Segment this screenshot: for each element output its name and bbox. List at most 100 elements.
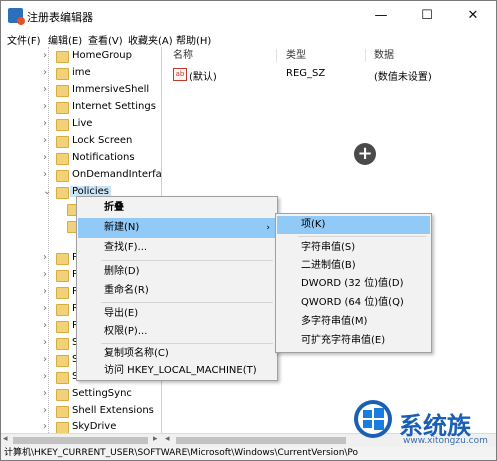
menu-view[interactable]: 查看(V) [88, 32, 123, 47]
value-name: (默认) [189, 72, 217, 83]
maximize-button[interactable]: ☐ [404, 1, 450, 31]
menu-item-find[interactable]: 查找(F)... [78, 238, 276, 258]
expand-chevron-icon[interactable]: › [43, 101, 47, 112]
submenu-item-dword[interactable]: DWORD (32 位)值(D) [277, 275, 430, 293]
close-button[interactable]: ✕ [450, 1, 496, 31]
submenu-item-string[interactable]: 字符串值(S) [277, 239, 430, 257]
status-path: 计算机\HKEY_CURRENT_USER\SOFTWARE\Microsoft… [4, 448, 359, 458]
expand-chevron-icon[interactable]: › [43, 50, 47, 61]
expand-chevron-icon[interactable]: › [43, 269, 47, 280]
tree-item[interactable]: › SettingSync [1, 386, 161, 403]
tree-item[interactable]: › SkyDrive [1, 419, 161, 433]
menu-item-new[interactable]: 新建(N) › [78, 218, 276, 238]
expand-chevron-icon[interactable]: › [43, 118, 47, 129]
folder-icon [56, 321, 69, 333]
expand-chevron-icon[interactable]: › [43, 169, 47, 180]
menu-file[interactable]: 文件(F) [7, 32, 41, 47]
plus-cursor-icon: + [354, 143, 376, 165]
submenu-item-multi-string[interactable]: 多字符串值(M) [277, 313, 430, 331]
status-bar: 计算机\HKEY_CURRENT_USER\SOFTWARE\Microsoft… [1, 447, 496, 460]
submenu-item-binary[interactable]: 二进制值(B) [277, 257, 430, 275]
column-header-name[interactable]: 名称 [173, 47, 193, 64]
registry-editor-window: 注册表编辑器 — ☐ ✕ 文件(F) 编辑(E) 查看(V) 收藏夹(A) 帮助… [0, 0, 497, 461]
tree-item[interactable]: › HomeGroup [1, 48, 161, 65]
folder-icon [56, 153, 69, 165]
expand-chevron-icon[interactable]: › [43, 286, 47, 297]
column-divider[interactable] [276, 49, 277, 62]
tree-item-label: Internet Settings [72, 101, 156, 112]
expand-chevron-icon[interactable]: › [43, 354, 47, 365]
tree-item-label: ImmersiveShell [72, 84, 150, 95]
tree-item[interactable]: › ImmersiveShell [1, 82, 161, 99]
menu-item-label: 重命名(R) [104, 285, 149, 296]
menu-favorites[interactable]: 收藏夹(A) [128, 32, 173, 47]
menu-item-export[interactable]: 导出(E) [78, 304, 276, 324]
folder-icon [56, 51, 69, 63]
expand-chevron-icon[interactable]: › [43, 371, 47, 382]
menu-item-label: QWORD (64 位)值(Q) [301, 297, 404, 308]
menu-item-permissions[interactable]: 权限(P)... [78, 322, 276, 342]
menu-separator [101, 260, 273, 261]
expand-chevron-icon[interactable]: › [43, 388, 47, 399]
column-divider[interactable] [365, 49, 366, 62]
tree-item-label: SkyDrive [72, 421, 117, 432]
submenu-item-key[interactable]: 项(K) [277, 216, 430, 234]
submenu-item-expandable-string[interactable]: 可扩充字符串值(E) [277, 332, 430, 350]
expand-chevron-icon[interactable]: › [43, 421, 47, 432]
expand-chevron-icon[interactable]: › [43, 303, 47, 314]
values-scroll-thumb[interactable] [176, 437, 346, 444]
folder-icon [56, 68, 69, 80]
folder-icon [56, 187, 69, 199]
collapse-chevron-icon[interactable]: ⌄ [43, 186, 51, 197]
value-row[interactable]: ab (默认) REG_SZ (数值未设置) [162, 66, 496, 83]
tree-scroll-thumb[interactable] [13, 437, 148, 444]
menu-edit[interactable]: 编辑(E) [48, 32, 82, 47]
new-submenu: 项(K) 字符串值(S) 二进制值(B) DWORD (32 位)值(D) QW… [275, 213, 432, 353]
menu-item-label: 权限(P)... [104, 326, 148, 337]
scroll-left-arrow-icon[interactable]: ◂ [3, 434, 8, 444]
menu-item-label: 二进制值(B) [301, 260, 356, 271]
expand-chevron-icon[interactable]: › [43, 152, 47, 163]
menu-item-label: 访问 HKEY_LOCAL_MACHINE(T) [104, 365, 257, 376]
context-menu: 折叠 新建(N) › 查找(F)... 删除(D) 重命名(R) 导出(E) 权… [76, 196, 278, 381]
title-bar: 注册表编辑器 — ☐ ✕ [1, 1, 496, 31]
column-header-data[interactable]: 数据 [374, 47, 394, 64]
expand-chevron-icon[interactable]: › [43, 135, 47, 146]
folder-icon [56, 372, 69, 384]
column-header-type[interactable]: 类型 [286, 47, 306, 64]
menu-item-delete[interactable]: 删除(D) [78, 262, 276, 282]
tree-item[interactable]: › Live [1, 116, 161, 133]
expand-chevron-icon[interactable]: › [43, 252, 47, 263]
expand-chevron-icon[interactable]: › [43, 67, 47, 78]
folder-icon [56, 136, 69, 148]
scroll-right-arrow-icon[interactable]: ▸ [153, 434, 158, 444]
tree-item[interactable]: › Shell Extensions [1, 403, 161, 420]
submenu-arrow-icon: › [266, 223, 270, 233]
menu-item-visit-hklm[interactable]: 访问 HKEY_LOCAL_MACHINE(T) [78, 361, 276, 381]
menu-help[interactable]: 帮助(H) [176, 32, 211, 47]
menu-item-rename[interactable]: 重命名(R) [78, 281, 276, 301]
tree-item[interactable]: › ime [1, 65, 161, 82]
expand-chevron-icon[interactable]: › [43, 405, 47, 416]
folder-icon [56, 389, 69, 401]
menu-separator [298, 236, 426, 237]
menu-item-collapse[interactable]: 折叠 [78, 198, 276, 218]
tree-item[interactable]: › Internet Settings [1, 99, 161, 116]
folder-icon [56, 119, 69, 131]
menu-item-label: 多字符串值(M) [301, 316, 368, 327]
menu-item-label: 查找(F)... [104, 242, 148, 253]
tree-item-label: Lock Screen [72, 135, 133, 146]
expand-chevron-icon[interactable]: › [43, 84, 47, 95]
regedit-app-icon [8, 8, 25, 25]
tree-item[interactable]: › Notifications [1, 150, 161, 167]
scroll-left-arrow-icon[interactable]: ◂ [165, 434, 170, 444]
submenu-item-qword[interactable]: QWORD (64 位)值(Q) [277, 294, 430, 312]
expand-chevron-icon[interactable]: › [43, 337, 47, 348]
tree-item[interactable]: › OnDemandInterfa [1, 167, 161, 184]
menu-item-label: 折叠 [104, 202, 124, 213]
expand-chevron-icon[interactable]: › [43, 320, 47, 331]
tree-item-label: Shell Extensions [72, 405, 154, 416]
folder-icon [56, 338, 69, 350]
minimize-button[interactable]: — [358, 1, 404, 31]
tree-item[interactable]: › Lock Screen [1, 133, 161, 150]
